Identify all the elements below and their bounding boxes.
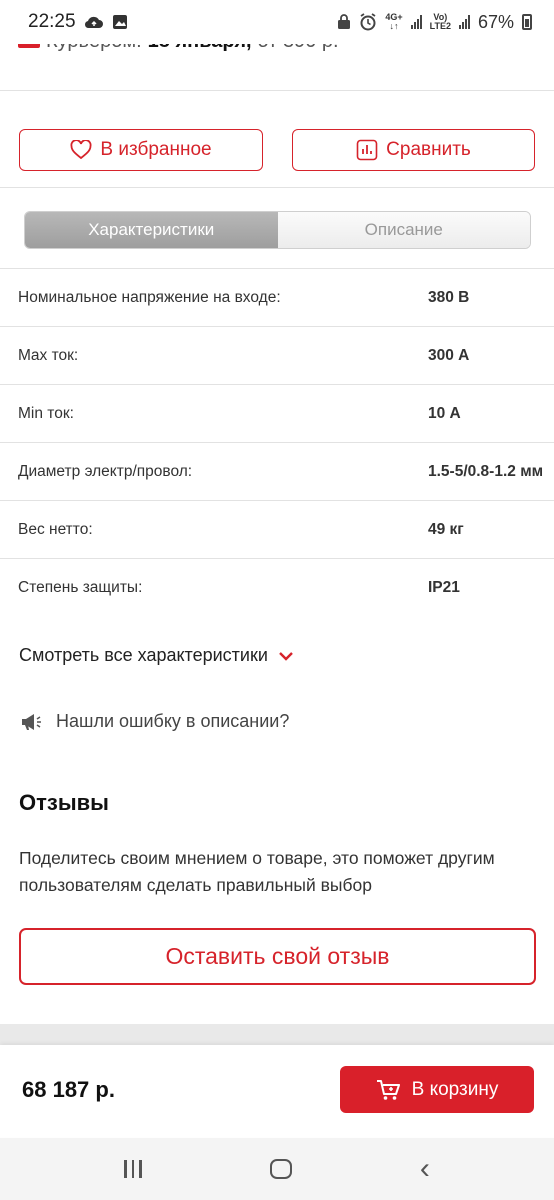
- heart-icon: [70, 140, 92, 160]
- divider: [0, 90, 554, 91]
- battery-icon: [522, 14, 532, 30]
- volte-indicator: Vo) LTE2: [430, 13, 451, 31]
- divider: [0, 187, 554, 188]
- add-to-cart-label: В корзину: [411, 1078, 499, 1100]
- battery-percent: 67%: [477, 11, 514, 32]
- product-price: 68 187 р.: [22, 1077, 115, 1102]
- product-tabs: Характеристики Описание: [24, 211, 531, 249]
- show-all-specs-link[interactable]: Смотреть все характеристики: [19, 645, 294, 666]
- image-icon: [112, 15, 127, 29]
- network-indicator: 4G+ ↓↑: [385, 12, 403, 31]
- system-nav-bar: ‹: [0, 1138, 554, 1200]
- cart-icon: [376, 1079, 400, 1100]
- reviews-heading: Отзывы: [19, 790, 109, 815]
- tab-description[interactable]: Описание: [277, 212, 530, 248]
- report-error-label: Нашли ошибку в описании?: [56, 711, 290, 731]
- spec-row: Min ток: 10 А: [0, 385, 554, 443]
- spec-value: 10 А: [428, 405, 461, 422]
- spec-name: Max ток:: [18, 347, 79, 364]
- megaphone-icon: [22, 713, 41, 730]
- purchase-bar: 68 187 р. В корзину: [0, 1045, 554, 1137]
- spec-value: IP21: [428, 579, 460, 596]
- spec-row: Номинальное напряжение на входе: 380 В: [0, 269, 554, 327]
- add-to-favorites-button[interactable]: В избранное: [19, 129, 263, 171]
- back-icon[interactable]: ‹: [420, 1154, 430, 1184]
- leave-review-button[interactable]: Оставить свой отзыв: [19, 928, 536, 985]
- tab-characteristics[interactable]: Характеристики: [25, 212, 278, 248]
- spec-value: 1.5-5/0.8-1.2 мм: [428, 463, 544, 480]
- status-time: 22:25: [28, 11, 76, 32]
- favorites-label: В избранное: [100, 139, 212, 160]
- spec-name: Min ток:: [18, 405, 74, 422]
- home-icon[interactable]: [269, 1159, 292, 1179]
- volte-line2: LTE2: [429, 21, 451, 31]
- spec-name: Диаметр электр/провол:: [18, 463, 193, 480]
- recent-apps-icon[interactable]: [124, 1160, 142, 1178]
- compare-chart-icon: [356, 139, 378, 161]
- cloud-upload-icon: [84, 16, 103, 29]
- spec-value: 300 А: [428, 347, 470, 364]
- reviews-prompt: Поделитесь своим мнением о товаре, это п…: [19, 848, 495, 895]
- spec-row: Диаметр электр/провол: 1.5-5/0.8-1.2 мм: [0, 443, 554, 501]
- signal-1-icon: [410, 15, 422, 29]
- spec-row: Степень защиты: IP21: [0, 559, 554, 617]
- compare-label: Сравнить: [386, 139, 471, 160]
- chevron-down-icon: [279, 651, 293, 661]
- lock-icon: [338, 14, 351, 29]
- section-separator: [0, 1024, 554, 1046]
- compare-button[interactable]: Сравнить: [292, 129, 535, 171]
- show-all-specs-label: Смотреть все характеристики: [19, 645, 268, 665]
- spec-name: Номинальное напряжение на входе:: [18, 289, 281, 306]
- network-type: 4G+: [385, 12, 403, 22]
- add-to-cart-button[interactable]: В корзину: [340, 1066, 534, 1113]
- status-bar: 22:25 4G+ ↓↑ Vo) LTE2 67%: [0, 0, 554, 44]
- signal-2-icon: [458, 15, 470, 29]
- report-error-link[interactable]: Нашли ошибку в описании?: [20, 711, 289, 732]
- spec-row: Max ток: 300 А: [0, 327, 554, 385]
- spec-name: Степень защиты:: [18, 579, 143, 596]
- spec-value: 380 В: [428, 289, 470, 306]
- alarm-icon: [360, 13, 376, 31]
- spec-row: Вес нетто: 49 кг: [0, 501, 554, 559]
- spec-name: Вес нетто:: [18, 521, 93, 538]
- spec-value: 49 кг: [428, 521, 464, 538]
